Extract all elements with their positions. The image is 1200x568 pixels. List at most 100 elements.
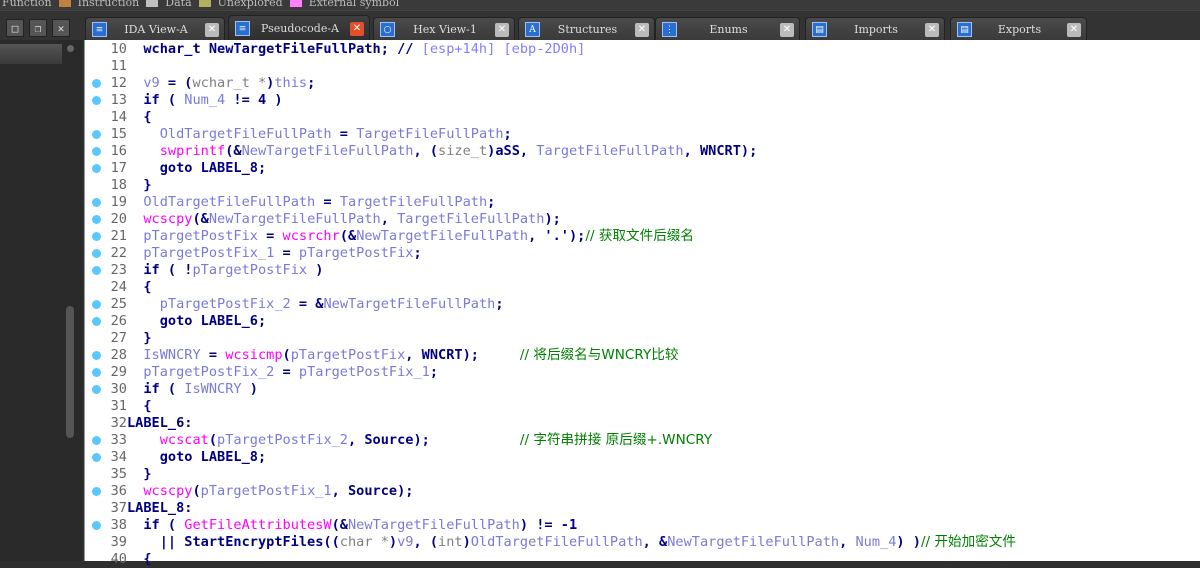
- line-number: 11: [110, 58, 127, 74]
- code-line[interactable]: 22 pTargetPostFix_1 = pTargetPostFix;: [85, 245, 1200, 262]
- code-line[interactable]: 28 IsWNCRY = wcsicmp(pTargetPostFix, WNC…: [85, 347, 1200, 364]
- code-line[interactable]: 34 goto LABEL_8;: [85, 449, 1200, 466]
- code-line[interactable]: 26 goto LABEL_6;: [85, 313, 1200, 330]
- line-number: 23: [110, 262, 127, 278]
- code-token: ): [388, 534, 398, 550]
- code-line[interactable]: 32 LABEL_6:: [85, 415, 1200, 432]
- line-number: 34: [110, 449, 127, 465]
- code-line[interactable]: 10 wchar_t NewTargetFileFullPath; // [es…: [85, 41, 1200, 58]
- code-line[interactable]: 20 wcscpy(&NewTargetFileFullPath, Target…: [85, 211, 1200, 228]
- code-token: =: [331, 126, 357, 142]
- close-tab-icon[interactable]: ✕: [350, 21, 364, 36]
- code-line[interactable]: 15 OldTargetFileFullPath = TargetFileFul…: [85, 126, 1200, 143]
- line-number: 14: [110, 109, 127, 125]
- code-line[interactable]: 37 LABEL_8:: [85, 500, 1200, 517]
- code-token: }: [127, 177, 152, 193]
- close-tab-icon[interactable]: ✕: [205, 22, 219, 37]
- code-token: , &: [642, 534, 668, 550]
- imports-icon: ▤: [812, 22, 827, 37]
- variable-token: NewTargetFileFullPath: [241, 143, 414, 159]
- hex-icon: ○: [380, 22, 395, 37]
- code-text: {: [127, 551, 151, 568]
- line-number: 10: [110, 41, 127, 57]
- variable-token: Num_4: [855, 534, 897, 550]
- code-line[interactable]: 11: [85, 58, 1200, 75]
- line-number: 13: [110, 92, 127, 108]
- code-line[interactable]: 17 goto LABEL_8;: [85, 160, 1200, 177]
- line-number: 36: [110, 483, 127, 499]
- code-token: = (: [159, 75, 193, 91]
- exports-icon: ▤: [957, 22, 972, 37]
- code-token: (&: [225, 143, 242, 159]
- vertical-scrollbar[interactable]: [66, 306, 74, 438]
- legend-swatch: [198, 0, 211, 7]
- tab-enums[interactable]: ⋮ Enums ✕: [655, 17, 800, 41]
- code-line[interactable]: 29 pTargetPostFix_2 = pTargetPostFix_1;: [85, 364, 1200, 381]
- code-line[interactable]: 30 if ( IsWNCRY ): [85, 381, 1200, 398]
- code-token: ,: [839, 534, 856, 550]
- line-number: 38: [110, 517, 127, 533]
- code-token: = &: [290, 296, 324, 312]
- code-line[interactable]: 31 {: [85, 398, 1200, 415]
- disassembly-icon: ≡: [92, 22, 107, 37]
- maximize-button[interactable]: □: [6, 19, 24, 37]
- close-tab-icon[interactable]: ✕: [925, 22, 939, 37]
- code-line[interactable]: 12 v9 = (wchar_t *)this;: [85, 75, 1200, 92]
- line-number: 32: [110, 415, 127, 431]
- variable-token: TargetFileFullPath: [339, 194, 488, 210]
- code-line[interactable]: 19 OldTargetFileFullPath = TargetFileFul…: [85, 194, 1200, 211]
- code-line[interactable]: 21 pTargetPostFix = wcsrchr(&NewTargetFi…: [85, 228, 1200, 245]
- type-token: size_t: [438, 143, 488, 159]
- variable-token: TargetFileFullPath: [356, 126, 504, 142]
- tab-pseudocode-a[interactable]: ≡ Pseudocode-A ✕: [228, 15, 370, 41]
- variable-token: NewTargetFileFullPath: [348, 517, 520, 533]
- tab-structures[interactable]: A Structures ✕: [518, 17, 655, 41]
- code-text: {: [127, 279, 152, 296]
- code-line[interactable]: 40 {: [85, 551, 1200, 568]
- tab-exports[interactable]: ▤ Exports ✕: [950, 17, 1087, 41]
- code-token: ;: [429, 364, 439, 380]
- code-token: , (: [413, 143, 439, 159]
- variable-token: v9: [143, 75, 160, 91]
- close-tab-icon[interactable]: ✕: [635, 22, 649, 37]
- code-line[interactable]: 39 || StartEncryptFiles((char *)v9, (int…: [85, 534, 1200, 551]
- code-text: {: [127, 109, 152, 126]
- code-text: v9 = (wchar_t *)this;: [127, 75, 315, 92]
- close-tab-icon[interactable]: ✕: [1067, 22, 1081, 37]
- code-token: {: [127, 398, 152, 414]
- variable-token: NewTargetFileFullPath: [667, 534, 840, 550]
- close-tab-icon[interactable]: ✕: [495, 22, 509, 37]
- code-line[interactable]: 38 if ( GetFileAttributesW(&NewTargetFil…: [85, 517, 1200, 534]
- code-line[interactable]: 35 }: [85, 466, 1200, 483]
- code-line[interactable]: 23 if ( !pTargetPostFix ): [85, 262, 1200, 279]
- variable-token: pTargetPostFix_1: [200, 483, 332, 499]
- variable-token: pTargetPostFix_2: [143, 364, 275, 380]
- code-token: )aSS,: [487, 143, 537, 159]
- code-line[interactable]: 25 pTargetPostFix_2 = &NewTargetFileFull…: [85, 296, 1200, 313]
- code-line[interactable]: 24 {: [85, 279, 1200, 296]
- tab-hex-view-1[interactable]: ○ Hex View-1 ✕: [373, 17, 515, 41]
- code-token: ;: [413, 245, 422, 261]
- tab-imports[interactable]: ▤ Imports ✕: [805, 17, 945, 41]
- code-token: {: [127, 109, 152, 125]
- code-line[interactable]: 13 if ( Num_4 != 4 ): [85, 92, 1200, 109]
- code-token: {: [127, 279, 152, 295]
- close-tab-icon[interactable]: ✕: [780, 22, 794, 37]
- code-line[interactable]: 16 swprintf(&NewTargetFileFullPath, (siz…: [85, 143, 1200, 160]
- close-window-button[interactable]: ✕: [52, 19, 70, 37]
- variable-token: OldTargetFileFullPath: [159, 126, 332, 142]
- code-line[interactable]: 36 wcscpy(pTargetPostFix_1, Source);: [85, 483, 1200, 500]
- line-number: 27: [110, 330, 127, 346]
- tab-ida-view-a[interactable]: ≡ IDA View-A ✕: [85, 17, 225, 41]
- code-line[interactable]: 14 {: [85, 109, 1200, 126]
- legend-swatch: [58, 0, 71, 7]
- code-line[interactable]: 18 }: [85, 177, 1200, 194]
- pseudocode-view[interactable]: 10 wchar_t NewTargetFileFullPath; // [es…: [84, 40, 1200, 567]
- code-line[interactable]: 27 }: [85, 330, 1200, 347]
- restore-button[interactable]: ❐: [29, 19, 47, 37]
- code-line[interactable]: 33 wcscat(pTargetPostFix_2, Source); // …: [85, 432, 1200, 449]
- function-token: wcsrchr: [282, 228, 340, 244]
